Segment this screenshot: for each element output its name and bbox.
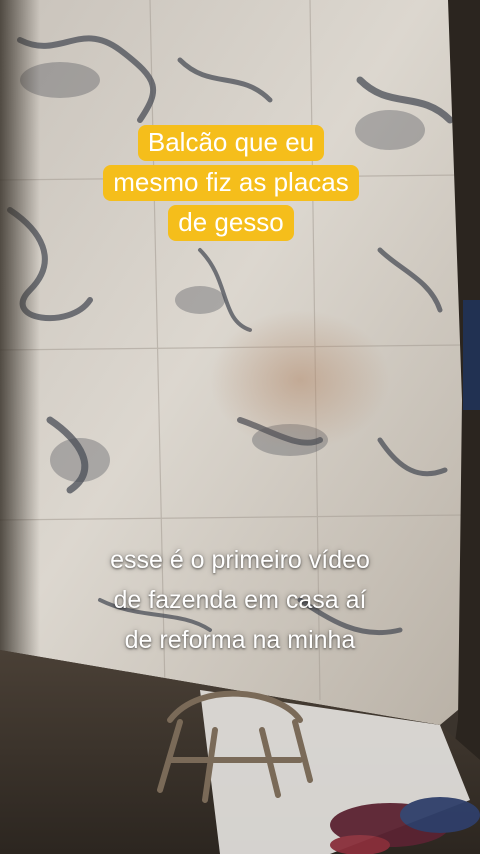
bottom-caption: esse é o primeiro vídeo de fazenda em ca… xyxy=(40,540,440,660)
top-caption: Balcão que eu mesmo fiz as placas de ges… xyxy=(84,122,378,242)
bottom-caption-line: esse é o primeiro vídeo xyxy=(110,546,370,574)
video-frame: Balcão que eu mesmo fiz as placas de ges… xyxy=(0,0,480,854)
bottom-caption-line: de reforma na minha xyxy=(124,626,356,654)
top-caption-line: mesmo fiz as placas xyxy=(103,165,359,201)
top-caption-line: de gesso xyxy=(168,205,294,241)
top-caption-line: Balcão que eu xyxy=(137,125,325,161)
bottom-caption-line: de fazenda em casa aí xyxy=(113,586,367,614)
